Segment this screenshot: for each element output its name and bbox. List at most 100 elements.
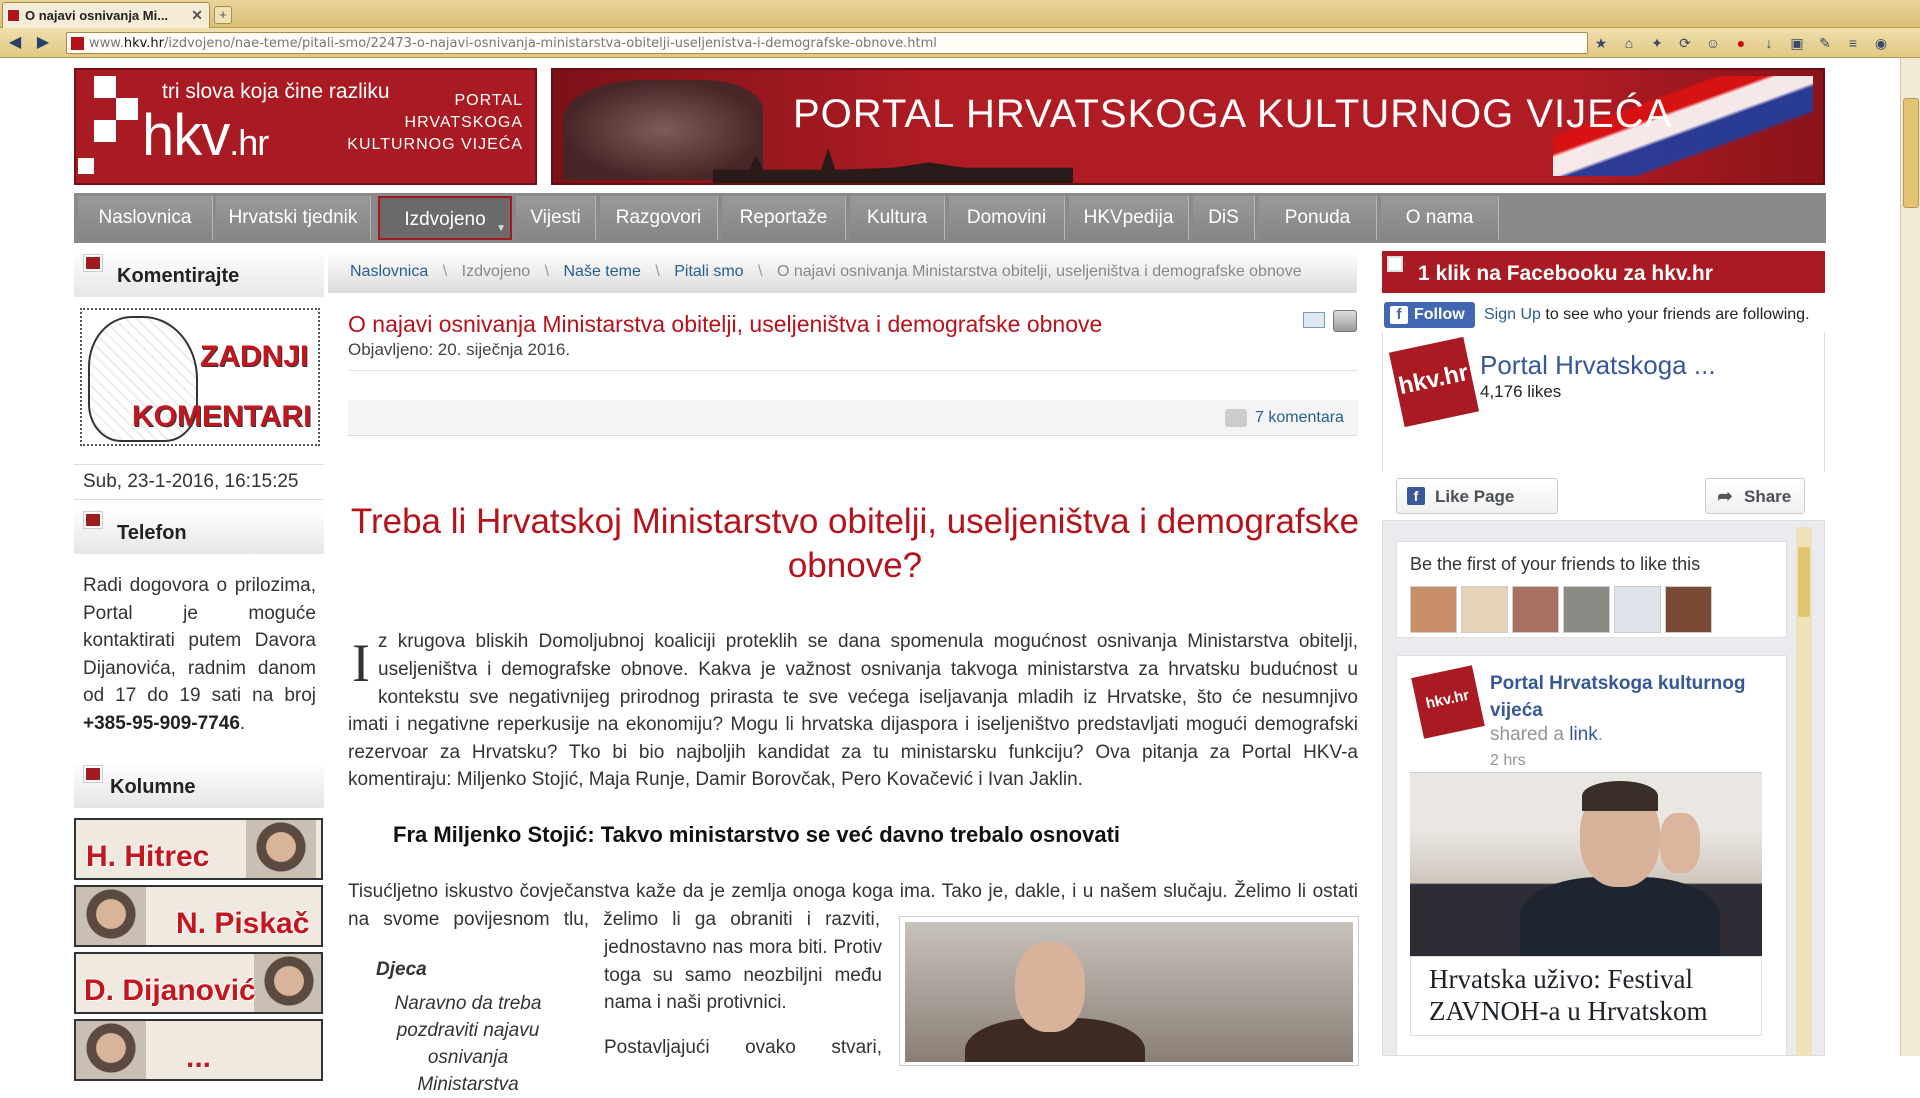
fb-page-name[interactable]: Portal Hrvatskoga ...: [1480, 350, 1716, 381]
menu-item-domovini[interactable]: Domovini: [949, 196, 1065, 240]
logo-square: [94, 76, 116, 98]
friend-avatar[interactable]: [1410, 586, 1457, 633]
friend-avatar[interactable]: [1461, 586, 1508, 633]
print-icon[interactable]: [1333, 310, 1357, 332]
email-icon[interactable]: [1303, 312, 1325, 328]
fb-feed-scrollbar[interactable]: [1796, 527, 1812, 1056]
fb-share-button[interactable]: ➦ Share: [1705, 478, 1805, 514]
post-author-avatar[interactable]: hkv.hr: [1411, 665, 1485, 739]
menu-item-vijesti[interactable]: Vijesti: [516, 196, 596, 240]
profile-icon[interactable]: ◉: [1872, 34, 1890, 52]
chat-icon[interactable]: ☺: [1704, 34, 1722, 52]
comments-link[interactable]: 7 komentara: [1255, 409, 1344, 427]
post-author-name[interactable]: Portal Hrvatskoga kulturnog vijeća: [1490, 670, 1786, 724]
site-logo[interactable]: tri slova koja čine razliku hkv.hr PORTA…: [74, 68, 537, 185]
breadcrumb-topic[interactable]: Naše teme: [563, 263, 640, 280]
site-icon: [71, 37, 84, 50]
screenshot-icon[interactable]: ▣: [1788, 34, 1806, 52]
facebook-icon: f: [1407, 487, 1425, 505]
menu-item-dis[interactable]: DiS: [1193, 196, 1255, 240]
download-icon[interactable]: ↓: [1760, 34, 1778, 52]
post-link-title[interactable]: Hrvatska uživo: Festival ZAVNOH-a u Hrva…: [1410, 956, 1762, 1036]
new-tab-button[interactable]: +: [214, 6, 232, 24]
fb-post-card: hkv.hr Portal Hrvatskoga kulturnog vijeć…: [1396, 655, 1787, 1055]
fb-feed: Be the first of your friends to like thi…: [1382, 520, 1825, 1056]
close-tab-icon[interactable]: ✕: [191, 7, 203, 24]
latest-comments-label-2: KOMENTARI: [132, 400, 312, 433]
fb-follow-button[interactable]: f Follow: [1384, 302, 1475, 328]
article-title[interactable]: O najavi osnivanja Ministarstva obitelji…: [348, 311, 1102, 338]
paragraph-line-1: Tisućljetno iskustvo čovječanstva kaže d…: [348, 881, 1358, 902]
menu-item-izdvojeno[interactable]: Izdvojeno ▼: [378, 196, 512, 240]
image-hand: [1660, 813, 1700, 873]
post-timestamp[interactable]: 2 hrs: [1490, 752, 1526, 770]
fb-page-plugin: hkv.hr Portal Hrvatskoga ... 4,176 likes…: [1382, 332, 1825, 514]
menu-item-reportaze[interactable]: Reportaže: [722, 196, 846, 240]
menu-item-kultura[interactable]: Kultura: [850, 196, 945, 240]
menu-item-naslovnica[interactable]: Naslovnica: [78, 196, 213, 240]
columnist-next[interactable]: ...: [74, 1019, 323, 1081]
paragraph-line-2: na svome povijesnom tlu, želimo li ga ob…: [348, 909, 880, 930]
menu-item-hrvatski-tjednik[interactable]: Hrvatski tjednik: [216, 196, 371, 240]
forward-icon[interactable]: ▶: [32, 33, 54, 53]
page-scrollbar[interactable]: [1900, 58, 1920, 1056]
heading-marker-icon: [84, 766, 102, 782]
image-hair: [1582, 781, 1658, 811]
columnist-dijanovic[interactable]: D. Dijanović: [74, 952, 323, 1014]
browser-tab[interactable]: O najavi osnivanja Mi... ✕: [2, 2, 210, 28]
extensions-icon[interactable]: ✦: [1648, 34, 1666, 52]
fb-follow-text: Sign Up to see who your friends are foll…: [1484, 306, 1810, 323]
latest-comments-link[interactable]: ZADNJI KOMENTARI: [80, 308, 320, 446]
breadcrumb-sub[interactable]: Pitali smo: [674, 263, 743, 280]
fb-scrollbar-thumb[interactable]: [1798, 547, 1810, 617]
scrollbar-thumb[interactable]: [1903, 98, 1919, 208]
intro-paragraph: imati i negativne reperkusije na ekonomi…: [348, 714, 1358, 790]
breadcrumb-home[interactable]: Naslovnica: [350, 263, 428, 280]
intro-line-1: z krugova bliskih Domoljubnoj koaliciji …: [378, 631, 1358, 652]
columnist-hitrec[interactable]: H. Hitrec: [74, 818, 323, 880]
tools-icon[interactable]: ✎: [1816, 34, 1834, 52]
tab-title: O najavi osnivanja Mi...: [25, 8, 169, 23]
fb-friends-card: Be the first of your friends to like thi…: [1396, 541, 1787, 638]
comments-heading: Komentirajte: [74, 251, 324, 297]
logo-square: [94, 120, 116, 142]
menu-item-razgovori[interactable]: Razgovori: [600, 196, 718, 240]
adblock-icon[interactable]: ●: [1732, 34, 1750, 52]
article-date: Objavljeno: 20. siječnja 2016.: [348, 340, 571, 359]
sync-icon[interactable]: ⟳: [1676, 34, 1694, 52]
columnist-photo: [254, 954, 321, 1012]
article-photo: [899, 916, 1359, 1066]
heading-marker-icon: [1387, 256, 1403, 272]
phone-number: +385-95-909-7746: [83, 712, 240, 734]
phone-heading: Telefon: [74, 508, 324, 554]
logo-square: [116, 98, 138, 120]
post-shared-link[interactable]: link: [1569, 724, 1598, 745]
friend-avatar[interactable]: [1614, 586, 1661, 633]
post-image[interactable]: [1410, 772, 1762, 956]
menu-icon[interactable]: ≡: [1844, 34, 1862, 52]
current-datetime: Sub, 23-1-2016, 16:15:25: [74, 464, 324, 500]
back-icon[interactable]: ◀: [4, 33, 26, 53]
friend-avatar[interactable]: [1665, 586, 1712, 633]
facebook-widget-heading: 1 klik na Facebooku za hkv.hr: [1382, 251, 1825, 293]
fb-like-page-button[interactable]: f Like Page: [1396, 478, 1558, 514]
paragraph-3: Postavljajući ovako stvari,: [604, 1037, 882, 1058]
heading-marker-icon: [84, 512, 102, 528]
friend-avatar[interactable]: [1563, 586, 1610, 633]
fb-signup-link[interactable]: Sign Up: [1484, 306, 1541, 323]
menu-item-ponuda[interactable]: Ponuda: [1259, 196, 1377, 240]
logo-square: [78, 158, 94, 174]
facebook-icon: f: [1390, 306, 1408, 324]
address-bar[interactable]: www.hkv.hr/izdvojeno/nae-teme/pitali-smo…: [66, 32, 1588, 54]
menu-item-o-nama[interactable]: O nama: [1381, 196, 1499, 240]
columnist-piskac[interactable]: N. Piskač: [74, 885, 323, 947]
fb-page-likes: 4,176 likes: [1480, 382, 1562, 401]
pull-quote-heading: Djeca: [376, 959, 427, 980]
fb-page-avatar[interactable]: hkv.hr: [1388, 336, 1480, 428]
bookmark-icon[interactable]: ★: [1592, 34, 1610, 52]
friend-avatar[interactable]: [1512, 586, 1559, 633]
columnist-photo: [246, 820, 316, 878]
menu-item-hkvpedija[interactable]: HKVpedija: [1069, 196, 1189, 240]
home-icon[interactable]: ⌂: [1620, 34, 1638, 52]
breadcrumb: Naslovnica \ Izdvojeno \ Naše teme \ Pit…: [328, 251, 1357, 293]
